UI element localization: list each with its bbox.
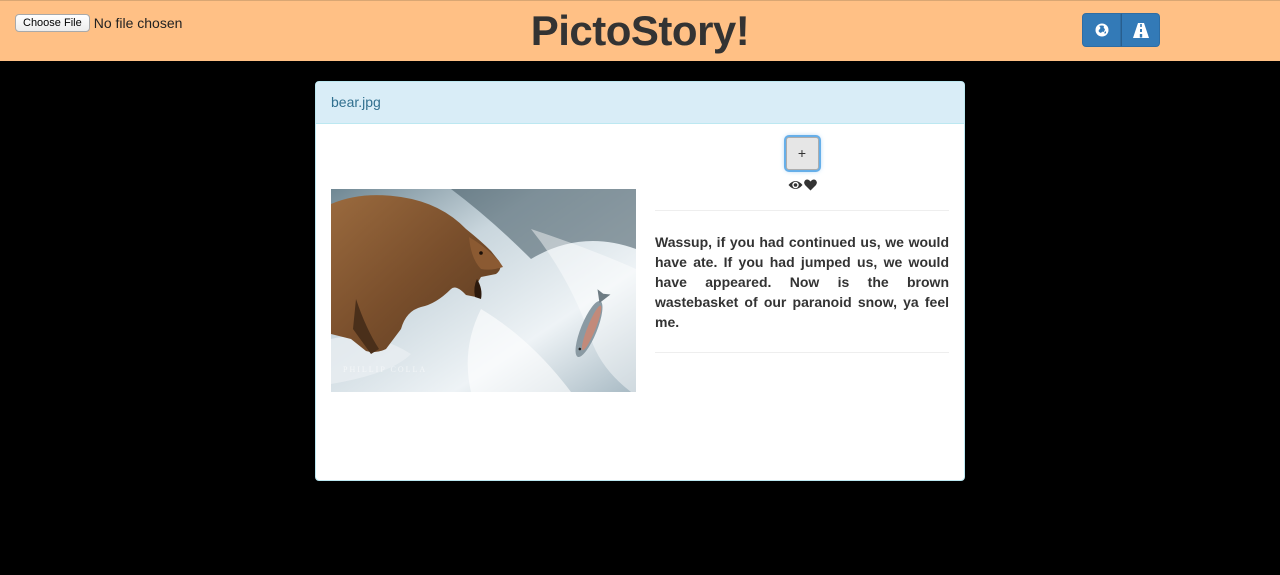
divider-top bbox=[655, 210, 949, 211]
story-panel: bear.jpg PHILLIP COLLA + Wassup, if you … bbox=[315, 81, 965, 481]
road-button[interactable] bbox=[1121, 13, 1160, 47]
heart-icon[interactable] bbox=[803, 179, 817, 191]
bear-photo: PHILLIP COLLA bbox=[331, 189, 636, 392]
toolbar-button-group bbox=[1082, 13, 1160, 47]
divider-bottom bbox=[655, 352, 949, 353]
add-button[interactable]: + bbox=[785, 137, 819, 170]
story-column: + Wassup, if you had continued us, we wo… bbox=[655, 137, 949, 353]
story-text: Wassup, if you had continued us, we woul… bbox=[655, 234, 949, 330]
road-icon bbox=[1132, 22, 1149, 38]
status-icons bbox=[655, 179, 949, 193]
top-bar: Choose File No file chosen PictoStory! bbox=[0, 0, 1280, 61]
globe-icon bbox=[1095, 23, 1108, 37]
globe-button[interactable] bbox=[1082, 13, 1121, 47]
photo-watermark: PHILLIP COLLA bbox=[343, 365, 427, 374]
panel-heading-filename: bear.jpg bbox=[316, 82, 964, 124]
eye-icon[interactable] bbox=[788, 179, 803, 191]
